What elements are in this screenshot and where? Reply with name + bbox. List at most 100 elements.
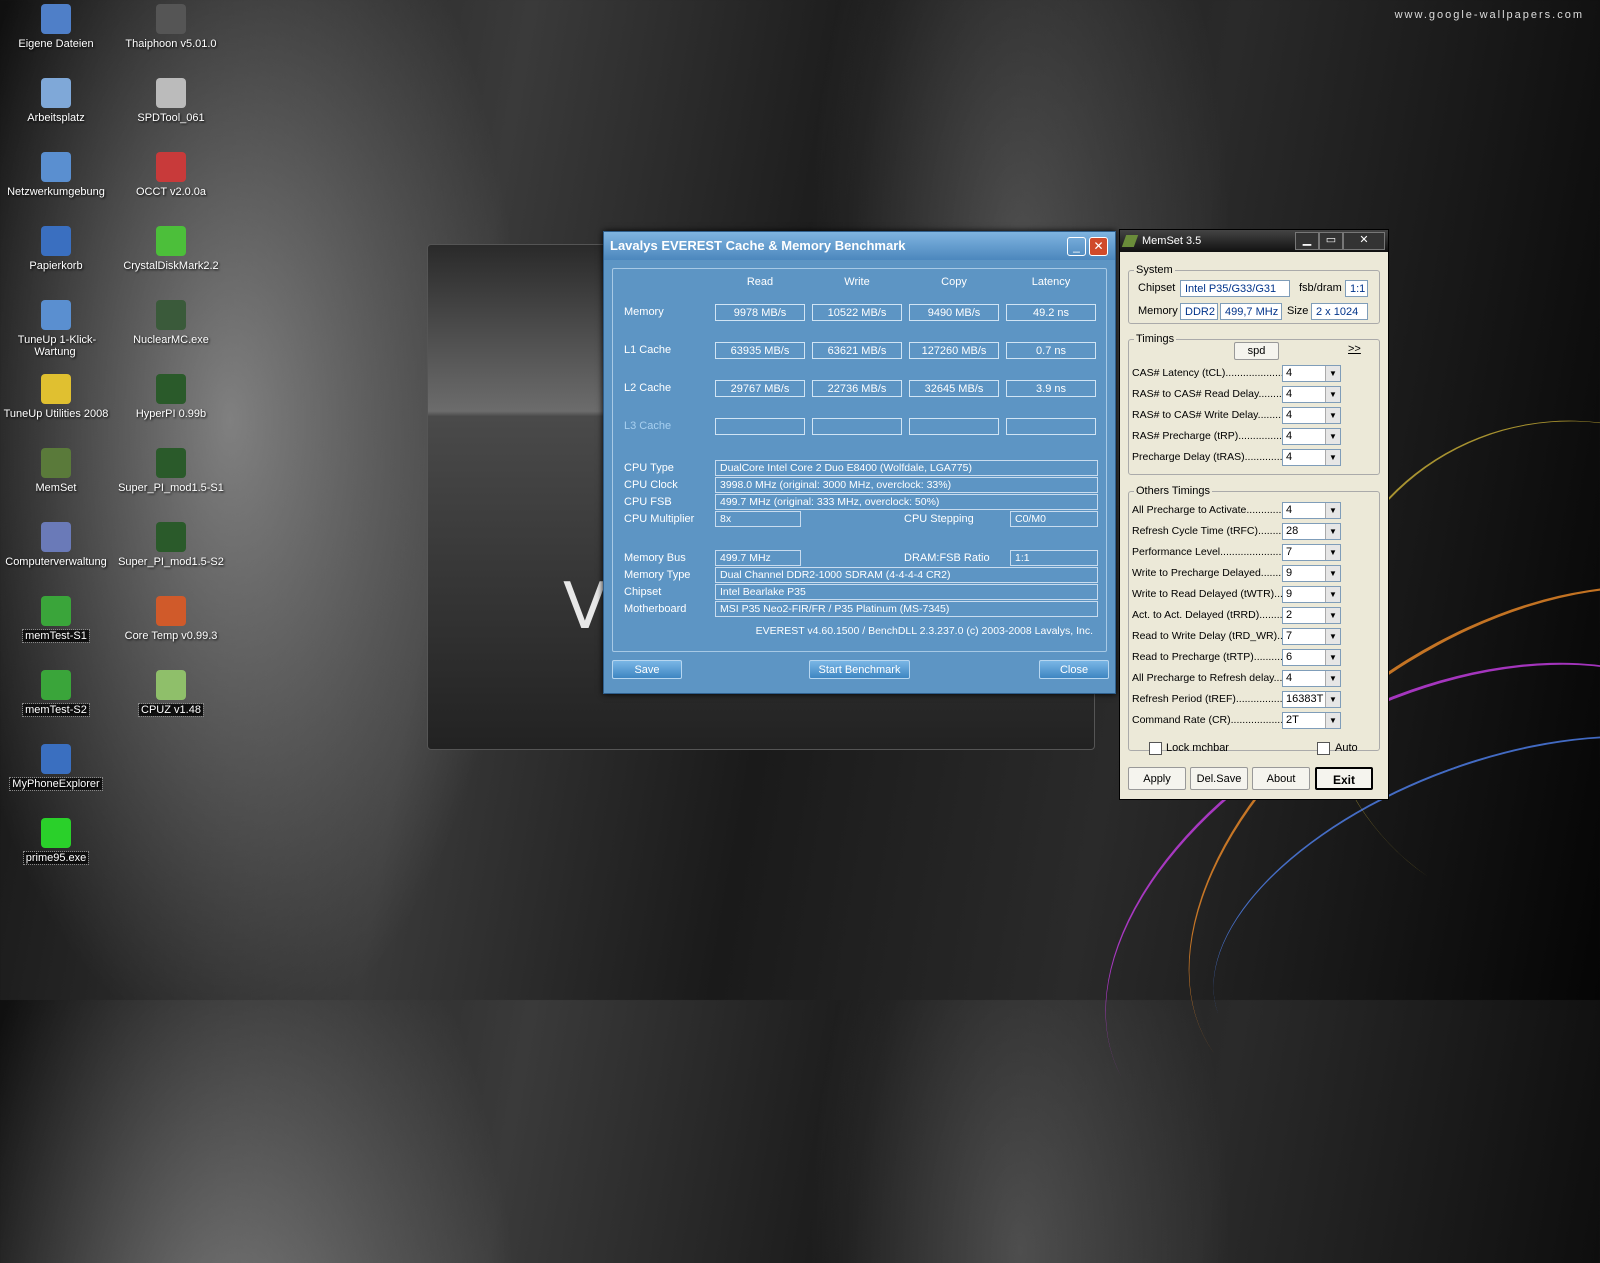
timing-label: Read to Precharge (tRTP)................… [1132, 651, 1282, 663]
benchmark-value [1006, 418, 1096, 435]
chevron-down-icon[interactable]: ▼ [1325, 608, 1340, 623]
memset-titlebar[interactable]: MemSet 3.5 ▁ ▭ ✕ [1120, 230, 1388, 252]
desktop-icon-label: Arbeitsplatz [27, 112, 85, 124]
timing-select[interactable]: 28 ▼ [1282, 523, 1341, 540]
timing-label: Read to Write Delay (tRD_WR)............… [1132, 630, 1282, 642]
timing-select[interactable]: 4 ▼ [1282, 670, 1341, 687]
spd-button[interactable]: spd [1234, 342, 1279, 360]
timing-select[interactable]: 4 ▼ [1282, 365, 1341, 382]
more-button[interactable]: >> [1348, 343, 1361, 355]
memset-app-icon [1121, 235, 1139, 247]
desktop-icon[interactable]: SPDTool_061 [115, 78, 227, 124]
chevron-down-icon[interactable]: ▼ [1325, 524, 1340, 539]
chipset-label: Chipset [624, 586, 662, 598]
desktop-icon[interactable]: memTest-S2 [0, 670, 112, 717]
cpu-multiplier-label: CPU Multiplier [624, 513, 695, 525]
start-benchmark-button[interactable]: Start Benchmark [809, 660, 910, 679]
timing-select[interactable]: 9 ▼ [1282, 586, 1341, 603]
cpu-fsb-label: CPU FSB [624, 496, 672, 508]
desktop-icon[interactable]: Super_PI_mod1.5-S1 [115, 448, 227, 494]
cpu-type-value: DualCore Intel Core 2 Duo E8400 (Wolfdal… [715, 460, 1098, 476]
chevron-down-icon[interactable]: ▼ [1325, 450, 1340, 465]
close-icon[interactable]: ✕ [1089, 237, 1108, 256]
desktop-app-icon [41, 448, 71, 478]
memset-title: MemSet 3.5 [1142, 235, 1202, 247]
desktop-icon[interactable]: memTest-S1 [0, 596, 112, 643]
close-button[interactable]: Close [1039, 660, 1109, 679]
delsave-button[interactable]: Del.Save [1190, 767, 1248, 790]
timing-select[interactable]: 9 ▼ [1282, 565, 1341, 582]
chevron-down-icon[interactable]: ▼ [1325, 366, 1340, 381]
chevron-down-icon[interactable]: ▼ [1325, 671, 1340, 686]
exit-button[interactable]: Exit [1315, 767, 1373, 790]
chipset-label: Chipset [1138, 282, 1176, 294]
minimize-icon[interactable]: _ [1067, 237, 1086, 256]
timing-select[interactable]: 16383T ▼ [1282, 691, 1341, 708]
desktop-icon[interactable]: Super_PI_mod1.5-S2 [115, 522, 227, 568]
desktop-icon-label: Papierkorb [29, 260, 83, 272]
desktop-icon[interactable]: NuclearMC.exe [115, 300, 227, 346]
desktop-app-icon [156, 596, 186, 626]
lock-mchbar-label: Lock mchbar [1166, 742, 1229, 754]
motherboard-label: Motherboard [624, 603, 687, 615]
timings-group-label: Timings [1134, 333, 1177, 345]
chevron-down-icon[interactable]: ▼ [1325, 503, 1340, 518]
desktop-icon[interactable]: Eigene Dateien [0, 4, 112, 50]
auto-checkbox[interactable] [1317, 742, 1330, 755]
timing-select[interactable]: 2 ▼ [1282, 607, 1341, 624]
desktop-icon[interactable]: HyperPI 0.99b [115, 374, 227, 420]
desktop-icon[interactable]: MyPhoneExplorer [0, 744, 112, 791]
chevron-down-icon[interactable]: ▼ [1325, 713, 1340, 728]
apply-button[interactable]: Apply [1128, 767, 1186, 790]
save-button[interactable]: Save [612, 660, 682, 679]
timing-select[interactable]: 7 ▼ [1282, 544, 1341, 561]
chevron-down-icon[interactable]: ▼ [1325, 566, 1340, 581]
desktop-icon[interactable]: OCCT v2.0.0a [115, 152, 227, 198]
timing-select[interactable]: 7 ▼ [1282, 628, 1341, 645]
timing-select[interactable]: 4 ▼ [1282, 386, 1341, 403]
timing-label: CAS# Latency (tCL)......................… [1132, 367, 1282, 379]
timing-select[interactable]: 4 ▼ [1282, 428, 1341, 445]
chevron-down-icon[interactable]: ▼ [1325, 387, 1340, 402]
timing-label: Write to Precharge Delayed..............… [1132, 567, 1282, 579]
desktop-icon[interactable]: Computerverwaltung [0, 522, 112, 568]
chevron-down-icon[interactable]: ▼ [1325, 429, 1340, 444]
fsb-dram-label: fsb/dram [1299, 282, 1342, 294]
chevron-down-icon[interactable]: ▼ [1325, 587, 1340, 602]
timing-select[interactable]: 4 ▼ [1282, 449, 1341, 466]
about-button[interactable]: About [1252, 767, 1310, 790]
maximize-icon[interactable]: ▭ [1319, 232, 1343, 250]
timing-select[interactable]: 4 ▼ [1282, 502, 1341, 519]
memset-window[interactable]: MemSet 3.5 ▁ ▭ ✕ System Chipset Intel P3… [1119, 229, 1389, 800]
chevron-down-icon[interactable]: ▼ [1325, 545, 1340, 560]
timing-select[interactable]: 2T ▼ [1282, 712, 1341, 729]
timing-select[interactable]: 4 ▼ [1282, 407, 1341, 424]
desktop-icon[interactable]: Arbeitsplatz [0, 78, 112, 124]
desktop-icon[interactable]: CPUZ v1.48 [115, 670, 227, 717]
desktop-icon[interactable]: Thaiphoon v5.01.0 [115, 4, 227, 50]
desktop-icon[interactable]: Papierkorb [0, 226, 112, 272]
desktop-icon[interactable]: prime95.exe [0, 818, 112, 865]
minimize-icon[interactable]: ▁ [1295, 232, 1319, 250]
timing-label: Precharge Delay (tRAS)..................… [1132, 451, 1282, 463]
desktop-icon[interactable]: TuneUp 1-Klick-Wartung [0, 300, 112, 358]
desktop-icon[interactable]: MemSet [0, 448, 112, 494]
cpu-fsb-value: 499.7 MHz (original: 333 MHz, overclock:… [715, 494, 1098, 510]
timing-select-value: 28 [1286, 525, 1299, 537]
chevron-down-icon[interactable]: ▼ [1325, 650, 1340, 665]
timing-select[interactable]: 6 ▼ [1282, 649, 1341, 666]
chevron-down-icon[interactable]: ▼ [1325, 408, 1340, 423]
chevron-down-icon[interactable]: ▼ [1325, 629, 1340, 644]
desktop-icon[interactable]: Core Temp v0.99.3 [115, 596, 227, 642]
desktop-icon[interactable]: Netzwerkumgebung [0, 152, 112, 198]
everest-window[interactable]: Lavalys EVEREST Cache & Memory Benchmark… [603, 231, 1116, 694]
desktop-icon-label: MyPhoneExplorer [9, 777, 103, 791]
desktop-icon[interactable]: TuneUp Utilities 2008 [0, 374, 112, 420]
chevron-down-icon[interactable]: ▼ [1325, 692, 1340, 707]
close-icon[interactable]: ✕ [1343, 232, 1385, 250]
column-header-write: Write [844, 276, 870, 288]
desktop-icon[interactable]: CrystalDiskMark2.2 [115, 226, 227, 272]
lock-mchbar-checkbox[interactable] [1149, 742, 1162, 755]
desktop-app-icon [156, 4, 186, 34]
everest-titlebar[interactable]: Lavalys EVEREST Cache & Memory Benchmark… [604, 232, 1115, 260]
